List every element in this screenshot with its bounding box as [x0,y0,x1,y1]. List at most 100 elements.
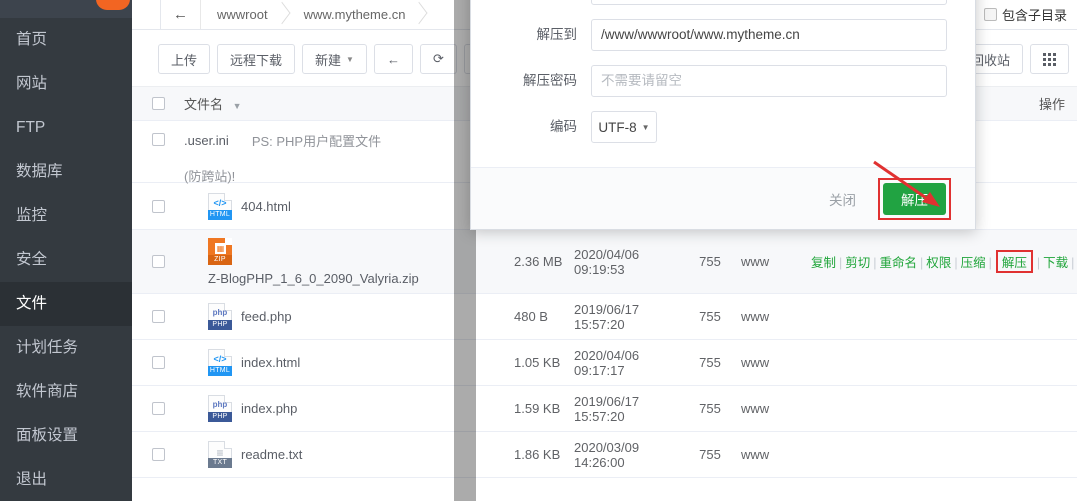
sidebar-item-ftp[interactable]: FTP [0,106,132,150]
encoding-select[interactable]: UTF-8 ▼ [591,111,657,143]
sidebar-item-database[interactable]: 数据库 [0,150,132,194]
file-name-label: index.html [241,355,300,370]
field-filename: 文件名 /www/wwwroot/www.mytheme.cn/Z-BlogPH… [499,0,947,5]
extract-archive-dialog: 文件名 /www/wwwroot/www.mytheme.cn/Z-BlogPH… [470,0,976,230]
table-row[interactable]: </> HTML index.html 1.05 KB 2020/04/06 0… [132,340,1077,386]
row-select-cell [132,200,184,213]
password-label: 解压密码 [499,65,591,97]
sidebar-item-home[interactable]: 首页 [0,18,132,62]
sidebar-item-logout[interactable]: 退出 [0,458,132,501]
php-icon-glyph: php [209,400,231,409]
header-actions-label: 操作 [1039,97,1065,112]
back-button[interactable]: ← [374,44,413,74]
zip-icon-tag: ZIP [208,255,232,265]
breadcrumb-label: www.mytheme.cn [304,7,406,22]
chevron-down-icon: ▼ [346,55,354,64]
action-compress[interactable]: 压缩 [961,256,986,270]
html-icon-glyph: </> [209,198,231,208]
extract-submit-button[interactable]: 解压 [883,183,946,215]
file-permission: 755 [679,309,741,324]
dialog-footer: 关闭 解压 [471,167,975,229]
sidebar-item-label: 计划任务 [16,339,78,356]
file-owner: www [741,254,811,269]
new-button[interactable]: 新建▼ [302,44,367,74]
back-arrow-icon: ← [387,52,400,67]
logo-badge-icon [96,0,130,10]
password-input[interactable]: 不需要请留空 [591,65,947,97]
action-copy[interactable]: 复制 [811,256,836,270]
row-select-cell [132,255,184,268]
action-extract[interactable]: 解压 [996,250,1033,273]
file-note: PS: PHP用户配置文件 [252,131,381,150]
file-name-label: index.php [241,401,297,416]
sidebar-item-files[interactable]: 文件 [0,282,132,326]
sidebar-item-security[interactable]: 安全 [0,238,132,282]
grid-view-button[interactable] [1030,44,1069,74]
close-button[interactable]: 关闭 [813,183,872,215]
file-size: 480 B [514,309,574,324]
table-row[interactable]: ≡ TXT readme.txt 1.86 KB 2020/03/09 14:2… [132,432,1077,478]
refresh-button[interactable]: ⟳ [420,44,457,74]
row-checkbox[interactable] [152,255,165,268]
row-checkbox[interactable] [152,402,165,415]
select-all-checkbox[interactable] [152,97,165,110]
sidebar-item-monitor[interactable]: 监控 [0,194,132,238]
action-rename[interactable]: 重命名 [880,256,918,270]
row-checkbox[interactable] [152,356,165,369]
breadcrumb-item-wwwroot[interactable]: wwwroot [201,0,288,29]
sidebar-item-panel-settings[interactable]: 面板设置 [0,414,132,458]
row-actions: 复制|剪切|重命名|权限|压缩|解压|下载|删除 [811,250,1077,273]
sidebar-header [0,0,132,18]
filename-label: 文件名 [499,0,591,5]
sidebar-item-label: 监控 [16,207,47,224]
html-icon-tag: HTML [208,366,232,376]
dialog-body: 文件名 /www/wwwroot/www.mytheme.cn/Z-BlogPH… [471,0,975,167]
file-name-label: readme.txt [241,447,302,462]
field-encoding: 编码 UTF-8 ▼ [499,111,947,143]
sidebar-item-website[interactable]: 网站 [0,62,132,106]
remote-download-button[interactable]: 远程下载 [217,44,295,74]
sidebar-item-label: 退出 [16,471,47,488]
action-cut[interactable]: 剪切 [845,256,870,270]
sort-descending-icon: ▼ [233,101,242,111]
html-file-icon: </> HTML [208,193,232,220]
table-row[interactable]: ▦ ZIP Z-BlogPHP_1_6_0_2090_Valyria.zip 2… [132,230,1077,294]
refresh-icon: ⟳ [433,51,444,67]
row-checkbox[interactable] [152,310,165,323]
encoding-value: UTF-8 [598,120,636,135]
back-arrow-icon[interactable]: ← [161,0,201,29]
file-permission: 755 [679,355,741,370]
breadcrumb: ← wwwroot www.mytheme.cn [160,0,425,29]
sidebar-item-app-store[interactable]: 软件商店 [0,370,132,414]
header-name-label: 文件名 [184,97,223,112]
upload-button[interactable]: 上传 [158,44,210,74]
file-size: 1.59 KB [514,401,574,416]
sidebar-item-label: 网站 [16,75,47,92]
include-subdir-toggle[interactable]: 包含子目录 [968,0,1077,29]
extract-to-input[interactable]: /www/wwwroot/www.mytheme.cn [591,19,947,51]
table-row[interactable]: php PHP feed.php 480 B 2019/06/17 15:57:… [132,294,1077,340]
file-size: 2.36 MB [514,254,574,269]
breadcrumb-item-site[interactable]: www.mytheme.cn [288,0,426,29]
row-checkbox[interactable] [152,448,165,461]
html-icon-glyph: </> [209,354,231,364]
filename-input[interactable]: /www/wwwroot/www.mytheme.cn/Z-BlogPHP_1_… [591,0,947,5]
include-subdir-label: 包含子目录 [1002,5,1067,24]
action-permission[interactable]: 权限 [926,256,951,270]
include-subdir-checkbox[interactable] [984,8,997,21]
row-checkbox[interactable] [152,133,165,146]
action-download[interactable]: 下载 [1043,256,1068,270]
php-file-icon: php PHP [208,303,232,330]
row-checkbox[interactable] [152,200,165,213]
recycle-bin-label: 回收站 [971,50,1010,69]
table-row[interactable]: php PHP index.php 1.59 KB 2019/06/17 15:… [132,386,1077,432]
file-date: 2020/03/09 14:26:00 [574,440,679,470]
file-manager-page: 首页 网站 FTP 数据库 监控 安全 文件 计划任务 软件商店 面板设置 退出… [0,0,1077,501]
php-icon-glyph: php [209,308,231,317]
file-size: 1.05 KB [514,355,574,370]
sidebar-item-cron[interactable]: 计划任务 [0,326,132,370]
breadcrumb-label: wwwroot [217,7,268,22]
sidebar: 首页 网站 FTP 数据库 监控 安全 文件 计划任务 软件商店 面板设置 退出 [0,0,132,501]
sidebar-item-label: 文件 [16,295,47,312]
submit-button-highlight: 解压 [878,178,951,220]
